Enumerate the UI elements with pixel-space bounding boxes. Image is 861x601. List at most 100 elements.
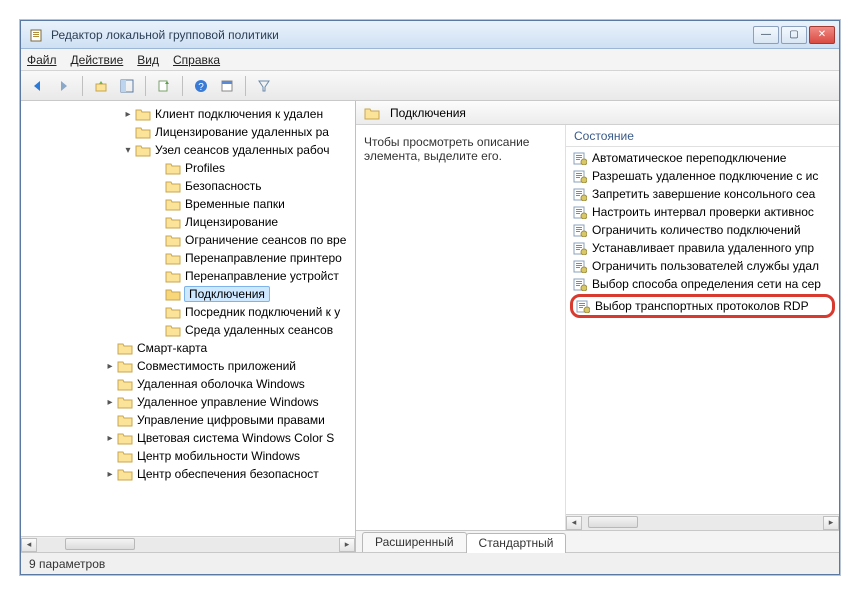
tree-item-label: Узел сеансов удаленных рабоч [155,143,329,157]
setting-label: Устанавливает правила удаленного упр [592,241,814,255]
twisty-icon[interactable]: ▸ [103,433,117,444]
folder-icon [117,395,133,409]
twisty-icon[interactable]: ▸ [103,397,117,408]
tree-item[interactable]: Управление цифровыми правами [21,411,355,429]
window-title: Редактор локальной групповой политики [51,28,753,42]
tree-pane: ▸Клиент подключения к удаленЛицензирован… [21,101,356,552]
filter-button[interactable] [253,75,275,97]
tree-horizontal-scrollbar[interactable]: ◂ ▸ [21,536,355,552]
tree-item[interactable]: ▸ Совместимость приложений [21,357,355,375]
setting-item[interactable]: Разрешать удаленное подключение с ис [570,167,835,185]
titlebar[interactable]: Редактор локальной групповой политики — … [21,21,839,49]
menu-view[interactable]: Вид [137,53,159,67]
setting-item[interactable]: Ограничить пользователей службы удал [570,257,835,275]
folder-icon [117,431,133,445]
tab-extended[interactable]: Расширенный [362,532,467,552]
svg-text:?: ? [198,82,204,93]
twisty-icon[interactable]: ▾ [121,145,135,156]
tree-item-label: Совместимость приложений [137,359,296,373]
tree-item[interactable]: Перенаправление принтеро [21,249,355,267]
tree-item[interactable]: Безопасность [21,177,355,195]
settings-list[interactable]: Автоматическое переподключение Разрешать … [566,147,839,514]
scroll-track[interactable] [582,516,823,530]
gpedit-window: Редактор локальной групповой политики — … [20,20,840,575]
show-hide-tree-button[interactable] [116,75,138,97]
scroll-right-button[interactable]: ▸ [339,538,355,552]
folder-icon [165,161,181,175]
scroll-thumb[interactable] [65,538,135,550]
setting-item[interactable]: Ограничить количество подключений [570,221,835,239]
maximize-button[interactable]: ▢ [781,26,807,44]
setting-label: Ограничить количество подключений [592,223,801,237]
folder-icon [165,233,181,247]
list-horizontal-scrollbar[interactable]: ◂ ▸ [566,514,839,530]
setting-label: Запретить завершение консольного сеа [592,187,815,201]
tree-item[interactable]: Временные папки [21,195,355,213]
tree-item[interactable]: Удаленная оболочка Windows [21,375,355,393]
tree-item[interactable]: Центр мобильности Windows [21,447,355,465]
toolbar-separator [182,76,183,96]
setting-label: Выбор транспортных протоколов RDP [595,299,809,313]
scroll-track[interactable] [37,538,339,552]
twisty-icon[interactable]: ▸ [103,469,117,480]
export-button[interactable] [153,75,175,97]
tree-item[interactable]: ▸Цветовая система Windows Color S [21,429,355,447]
tree-body[interactable]: ▸Клиент подключения к удаленЛицензирован… [21,101,355,536]
tree-item[interactable]: Profiles [21,159,355,177]
folder-icon [165,269,181,283]
close-button[interactable]: ✕ [809,26,835,44]
menu-action[interactable]: Действие [71,53,124,67]
scroll-thumb[interactable] [588,516,638,528]
tree-item-label: Управление цифровыми правами [137,413,325,427]
setting-item-highlighted[interactable]: Выбор транспортных протоколов RDP [570,294,835,318]
setting-item[interactable]: Автоматическое переподключение [570,149,835,167]
twisty-icon[interactable]: ▸ [103,361,117,372]
help-button[interactable]: ? [190,75,212,97]
tree-item[interactable]: Посредник подключений к у [21,303,355,321]
policy-icon [572,259,588,273]
setting-label: Автоматическое переподключение [592,151,786,165]
folder-icon [117,377,133,391]
tree-item[interactable]: Лицензирование удаленных ра [21,123,355,141]
twisty-icon[interactable]: ▸ [121,109,135,120]
tree-item[interactable]: ▸Клиент подключения к удален [21,105,355,123]
policy-icon [572,223,588,237]
folder-icon [117,359,133,373]
tree-item-label: Посредник подключений к у [185,305,340,319]
tree-item[interactable]: Смарт-карта [21,339,355,357]
tree-item[interactable]: Перенаправление устройст [21,267,355,285]
tree-item[interactable]: ▸Центр обеспечения безопасност [21,465,355,483]
menu-help[interactable]: Справка [173,53,220,67]
folder-icon [117,413,133,427]
list-column-header[interactable]: Состояние [566,125,839,147]
tree-item[interactable]: ▾ Узел сеансов удаленных рабоч [21,141,355,159]
tree-item-label: Среда удаленных сеансов [185,323,333,337]
tree-item[interactable]: Среда удаленных сеансов [21,321,355,339]
settings-list-pane: Состояние Автоматическое переподключение… [566,125,839,530]
tree-item[interactable]: ▸Удаленное управление Windows [21,393,355,411]
tree-item-label: Смарт-карта [137,341,207,355]
scroll-left-button[interactable]: ◂ [21,538,37,552]
forward-button[interactable] [53,75,75,97]
setting-item[interactable]: Выбор способа определения сети на сер [570,275,835,293]
column-state: Состояние [574,129,634,143]
setting-item[interactable]: Настроить интервал проверки активнос [570,203,835,221]
tab-standard[interactable]: Стандартный [466,533,567,553]
setting-item[interactable]: Устанавливает правила удаленного упр [570,239,835,257]
scroll-left-button[interactable]: ◂ [566,516,582,530]
tree-item[interactable]: Ограничение сеансов по вре [21,231,355,249]
policy-icon [572,169,588,183]
back-button[interactable] [27,75,49,97]
properties-button[interactable] [216,75,238,97]
folder-icon [117,341,133,355]
toolbar-separator [245,76,246,96]
details-heading: Подключения [390,106,466,120]
up-button[interactable] [90,75,112,97]
tree-item[interactable]: Подключения [21,285,355,303]
tree-item[interactable]: Лицензирование [21,213,355,231]
minimize-button[interactable]: — [753,26,779,44]
toolbar-separator [145,76,146,96]
menu-file[interactable]: Файл [27,53,57,67]
setting-item[interactable]: Запретить завершение консольного сеа [570,185,835,203]
scroll-right-button[interactable]: ▸ [823,516,839,530]
